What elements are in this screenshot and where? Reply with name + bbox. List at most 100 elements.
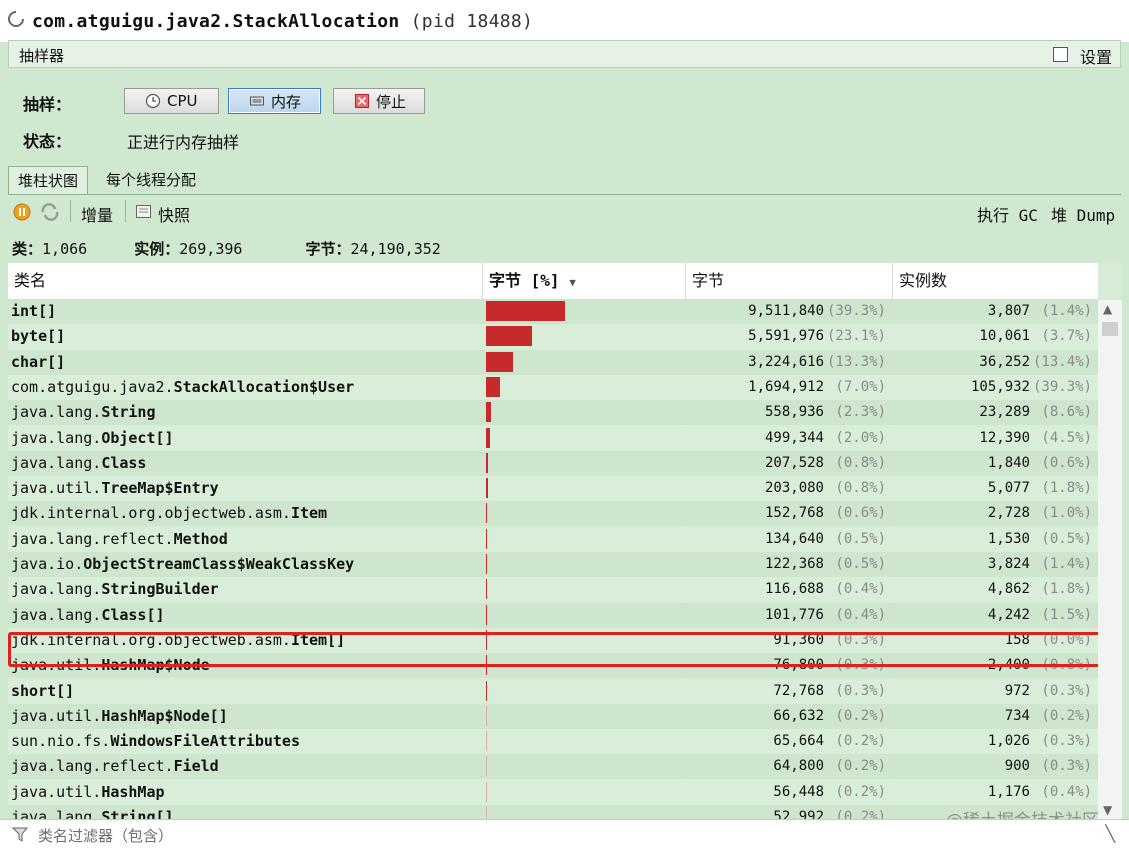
column-header-bytes[interactable]: 字节 [686, 263, 893, 299]
table-row[interactable]: java.util.HashMap$Node 76,800 (0.3%) 2,400 (… [8, 653, 1098, 679]
bytes-percent: (7.0%) [835, 378, 886, 395]
class-name-cell: int[] [11, 302, 56, 320]
snapshot-button[interactable]: 快照 [158, 202, 190, 226]
instances-percent: (1.8%) [1041, 480, 1092, 497]
table-row[interactable]: jdk.internal.org.objectweb.asm.Item 152,7… [8, 501, 1098, 527]
class-simple-name: TreeMap$Entry [101, 479, 219, 498]
table-row[interactable]: sun.nio.fs.WindowsFileAttributes 65,664 (0… [8, 729, 1098, 755]
bytes-percent-bar [486, 629, 487, 650]
table-row[interactable]: java.util.HashMap 56,448 (0.2%) 1,176 (0.4%) [8, 779, 1098, 805]
pause-icon[interactable] [13, 203, 31, 221]
status-text: 正进行内存抽样 [127, 133, 240, 152]
classes-label: 类： [12, 240, 43, 258]
table-row[interactable]: java.lang.StringBuilder 116,688 (0.4%) 4,86… [8, 577, 1098, 603]
filter-placeholder[interactable]: 类名过滤器（包含） [38, 825, 173, 846]
instances-value: 105,932 [970, 378, 1030, 395]
settings-checkbox[interactable] [1053, 47, 1068, 62]
instances-value: 1,026 [987, 733, 1030, 750]
bytes-value: 122,368 [764, 556, 824, 572]
bytes-cell: 203,080 (0.8%) [765, 480, 886, 496]
bytes-percent: (0.5%) [835, 556, 886, 572]
class-simple-name: int[] [11, 302, 57, 320]
table-row[interactable]: int[] 9,511,840 (39.3%) 3,807 (1.4%) [8, 299, 1098, 324]
instances-cell: 36,252 (13.4%) [979, 354, 1092, 370]
instances-cell: 23,289 (8.6%) [979, 404, 1092, 420]
bytes-cell: 152,768 (0.6%) [765, 505, 886, 521]
sampler-section-header: 抽样器 设置 [8, 40, 1121, 68]
class-package: jdk.internal.org.objectweb.asm. [11, 504, 291, 523]
heap-dump-button[interactable]: 堆 Dump [1051, 202, 1115, 226]
instances-value: 36,252 [979, 353, 1030, 370]
refresh-icon[interactable] [40, 203, 60, 221]
instances-percent: (1.4%) [1041, 303, 1092, 319]
class-simple-name: Class[] [101, 605, 165, 624]
heap-histogram-table: 类名 字节 [%] ▼ 字节 实例数 int[] 9,511,840 (39.3%)… [8, 263, 1121, 819]
bytes-value: 1,694,912 [748, 378, 824, 395]
table-row[interactable]: com.atguigu.java2.StackAllocation$User 1,… [8, 374, 1098, 400]
perform-gc-button[interactable]: 执行 GC [977, 202, 1038, 226]
table-row[interactable]: java.util.HashMap$Node[] 66,632 (0.2%) 734 (… [8, 703, 1098, 729]
class-simple-name: Object[] [101, 428, 174, 447]
instances-percent: (13.4%) [1032, 353, 1092, 370]
bytes-value: 203,080 [764, 480, 824, 497]
scroll-up-icon[interactable]: ▲ [1103, 302, 1112, 316]
bytes-value: 134,640 [764, 530, 824, 547]
memory-button[interactable]: 内存 [228, 88, 321, 114]
instances-percent: (1.4%) [1041, 556, 1092, 572]
tab-heap-histogram[interactable]: 堆柱状图 [8, 166, 89, 195]
settings-label[interactable]: 设置 [1080, 44, 1112, 68]
clock-icon [145, 93, 161, 109]
table-row[interactable]: char[] 3,224,616 (13.3%) 36,252 (13.4%) [8, 349, 1098, 375]
table-row[interactable]: java.lang.Class 207,528 (0.8%) 1,840 (0.6%) [8, 450, 1098, 476]
cpu-button[interactable]: CPU [124, 88, 219, 114]
class-name-filter[interactable]: 类名过滤器（包含） ╲ [0, 819, 1129, 850]
table-row[interactable]: java.lang.String 558,936 (2.3%) 23,289 (8.6%… [8, 400, 1098, 426]
table-row[interactable]: byte[] 5,591,976 (23.1%) 10,061 (3.7%) [8, 324, 1098, 350]
window-title-bar: com.atguigu.java2.StackAllocation (pid 1… [0, 0, 1129, 42]
window-title-class: com.atguigu.java2.StackAllocation [32, 11, 400, 32]
scrollbar-thumb[interactable] [1102, 322, 1118, 336]
table-row[interactable]: jdk.internal.org.objectweb.asm.Item[] 91,… [8, 627, 1098, 653]
instances-cell: 734 (0.2%) [1005, 708, 1092, 724]
instances-percent: (0.6%) [1041, 454, 1092, 471]
bytes-cell: 134,640 (0.5%) [765, 531, 886, 547]
delta-toggle[interactable]: 增量 [81, 202, 113, 226]
instances-percent: (0.8%) [1041, 657, 1092, 674]
table-row[interactable]: java.lang.String[] 52,992 (0.2%) [8, 805, 1098, 819]
bytes-percent: (0.2%) [835, 809, 886, 819]
stop-button[interactable]: 停止 [333, 88, 425, 114]
instances-cell: 1,176 (0.4%) [988, 784, 1092, 800]
bytes-cell: 3,224,616 (13.3%) [748, 354, 886, 370]
instances-label: 实例： [134, 240, 180, 258]
bytes-percent: (23.1%) [826, 328, 886, 345]
table-row[interactable]: java.lang.reflect.Field 64,800 (0.2%) 900 (0… [8, 754, 1098, 780]
bytes-percent: (0.3%) [835, 657, 886, 674]
table-row[interactable]: java.lang.reflect.Method 134,640 (0.5%) 1,5… [8, 526, 1098, 552]
class-package: sun.nio.fs. [11, 732, 111, 751]
column-header-instances[interactable]: 实例数 [893, 263, 1098, 299]
column-header-bytes-percent[interactable]: 字节 [%] ▼ [483, 263, 686, 299]
snapshot-icon[interactable] [135, 203, 153, 220]
scroll-down-icon[interactable]: ▼ [1103, 803, 1112, 817]
class-package: java.lang. [11, 453, 102, 472]
filter-dropdown-icon[interactable]: ╲ [1105, 824, 1115, 843]
class-name-cell: java.util.TreeMap$Entry [11, 479, 219, 497]
tab-per-thread-allocation[interactable]: 每个线程分配 [97, 166, 205, 195]
instances-value: 734 [1004, 707, 1030, 724]
instances-value: 5,077 [987, 480, 1030, 497]
instances-percent: (1.5%) [1041, 606, 1092, 623]
table-row[interactable]: java.lang.Object[] 499,344 (2.0%) 12,390 (4.… [8, 425, 1098, 451]
class-package: java.lang. [11, 808, 102, 819]
table-row[interactable]: java.lang.Class[] 101,776 (0.4%) 4,242 (1.5%… [8, 602, 1098, 628]
instances-percent: (8.6%) [1041, 404, 1092, 421]
table-row[interactable]: short[] 72,768 (0.3%) 972 (0.3%) [8, 678, 1098, 704]
bytes-percent-bar [486, 781, 487, 802]
instances-percent: (0.5%) [1041, 530, 1092, 547]
table-row[interactable]: java.io.ObjectStreamClass$WeakClassKey 12… [8, 552, 1098, 577]
table-row[interactable]: java.util.TreeMap$Entry 203,080 (0.8%) 5,07… [8, 476, 1098, 502]
bytes-value: 558,936 [764, 404, 824, 421]
bytes-percent: (39.3%) [826, 303, 886, 319]
bytes-cell: 52,992 (0.2%) [773, 809, 886, 819]
column-header-name[interactable]: 类名 [8, 263, 483, 299]
vertical-scrollbar[interactable]: ▲ ▼ [1098, 300, 1122, 819]
